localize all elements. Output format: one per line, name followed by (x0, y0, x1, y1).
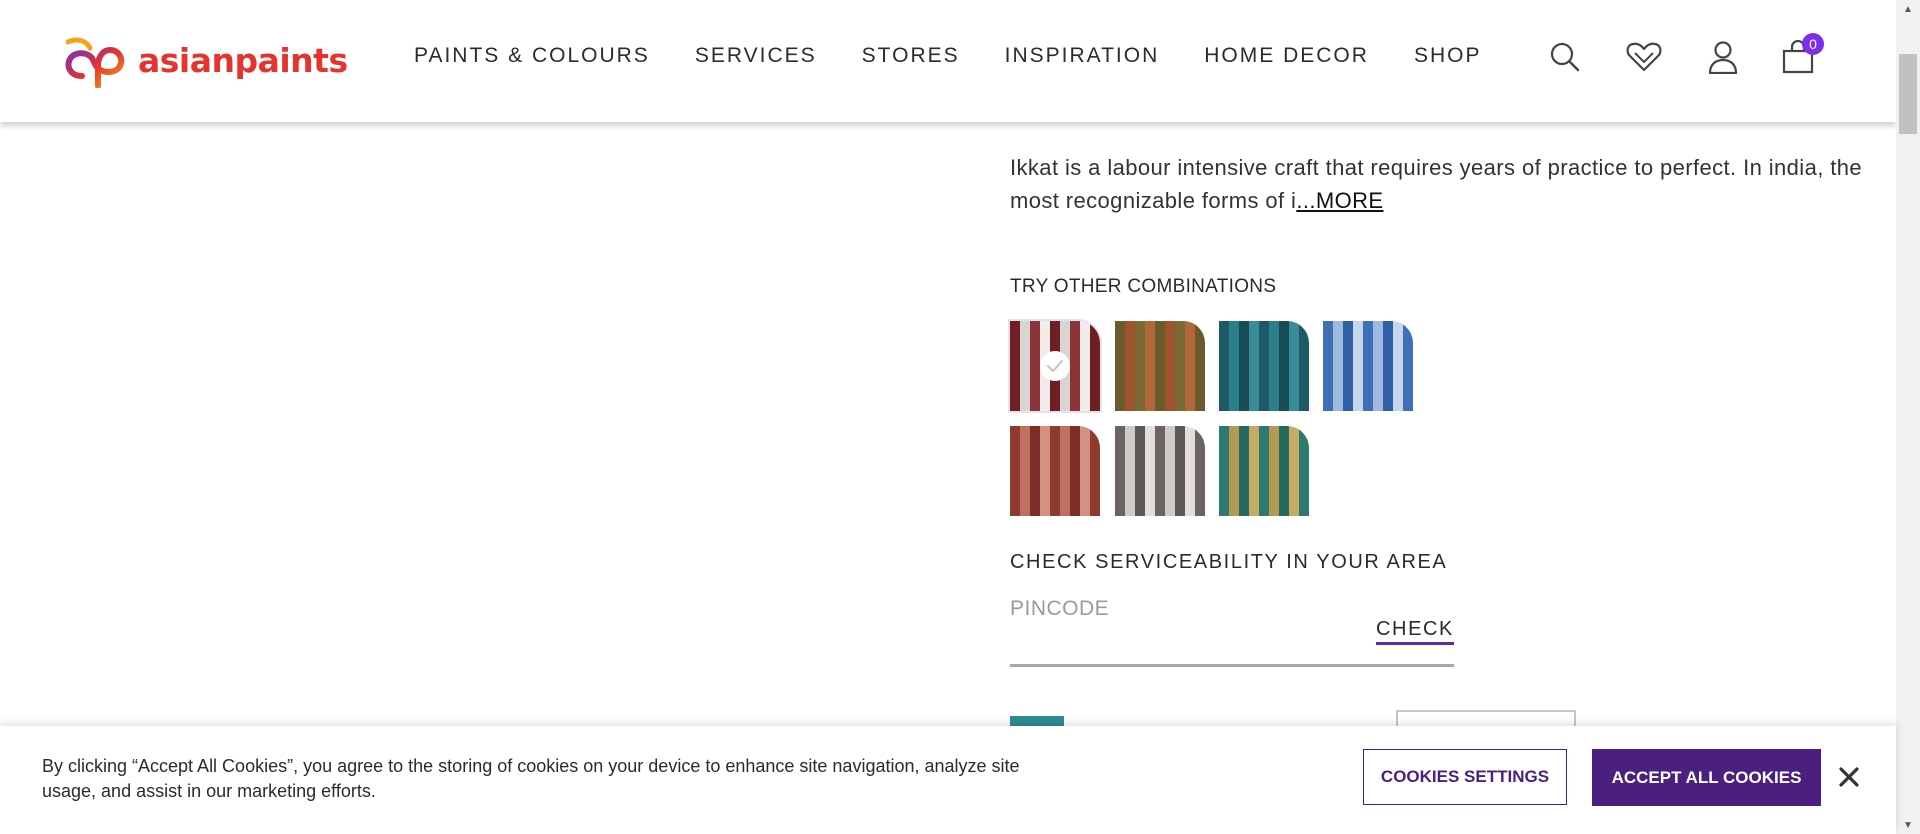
check-pincode-button[interactable]: CHECK (1375, 618, 1454, 645)
product-description-text: Ikkat is a labour intensive craft that r… (1010, 155, 1863, 213)
page-scrollbar[interactable]: ▲ ▼ (1896, 0, 1920, 834)
nav-item-paints-colours[interactable]: PAINTS & COLOURS (414, 44, 650, 68)
scroll-up-arrow-icon[interactable]: ▲ (1896, 0, 1920, 18)
logo-text: asianpaints (138, 40, 348, 80)
cookie-consent-banner: By clicking “Accept All Cookies”, you ag… (0, 726, 1896, 834)
combinations-title: TRY OTHER COMBINATIONS (1010, 276, 1277, 297)
nav-item-inspiration[interactable]: INSPIRATION (1005, 44, 1160, 68)
nav-item-shop[interactable]: SHOP (1414, 44, 1482, 68)
pincode-field: CHECK (1010, 592, 1454, 667)
combination-swatch-olive-rust-stripes[interactable] (1115, 321, 1205, 411)
cookie-consent-text: By clicking “Accept All Cookies”, you ag… (42, 756, 1020, 801)
site-header: asianpaints PAINTS & COLOURS SERVICES ST… (0, 0, 1896, 122)
combination-swatch-grey-stripes[interactable] (1115, 426, 1205, 516)
nav-item-stores[interactable]: STORES (862, 44, 960, 68)
asianpaints-logo[interactable]: asianpaints (60, 36, 348, 88)
combination-swatch-blue-stripes[interactable] (1323, 321, 1413, 411)
user-account-icon[interactable] (1703, 37, 1743, 77)
combination-swatch-teal-stripes[interactable] (1219, 321, 1309, 411)
close-icon[interactable] (1834, 762, 1864, 792)
nav-item-home-decor[interactable]: HOME DECOR (1204, 44, 1369, 68)
combination-swatch-teal-mustard-stripes[interactable] (1219, 426, 1309, 516)
combination-swatch-rust-red-stripes[interactable] (1010, 426, 1100, 516)
selected-check-icon (1040, 351, 1070, 381)
pincode-input[interactable] (1010, 592, 1340, 626)
accept-all-cookies-button[interactable]: ACCEPT ALL COOKIES (1592, 749, 1821, 806)
cookies-settings-button[interactable]: COOKIES SETTINGS (1363, 749, 1567, 805)
read-more-link[interactable]: ...MORE (1296, 188, 1383, 213)
main-nav: PAINTS & COLOURS SERVICES STORES INSPIRA… (414, 44, 1481, 68)
serviceability-title: CHECK SERVICEABILITY IN YOUR AREA (1010, 551, 1448, 573)
wishlist-heart-icon[interactable] (1624, 37, 1664, 77)
scrollbar-thumb[interactable] (1899, 54, 1917, 134)
combination-swatch-maroon-white-stripes[interactable] (1010, 321, 1100, 411)
search-icon[interactable] (1545, 37, 1585, 77)
cart-bag-icon[interactable]: 0 (1778, 33, 1824, 77)
asianpaints-logo-mark (65, 37, 125, 88)
product-description: Ikkat is a labour intensive craft that r… (1010, 151, 1870, 217)
scroll-down-arrow-icon[interactable]: ▼ (1896, 816, 1920, 834)
cart-count-badge: 0 (1802, 33, 1824, 55)
nav-item-services[interactable]: SERVICES (695, 44, 817, 68)
